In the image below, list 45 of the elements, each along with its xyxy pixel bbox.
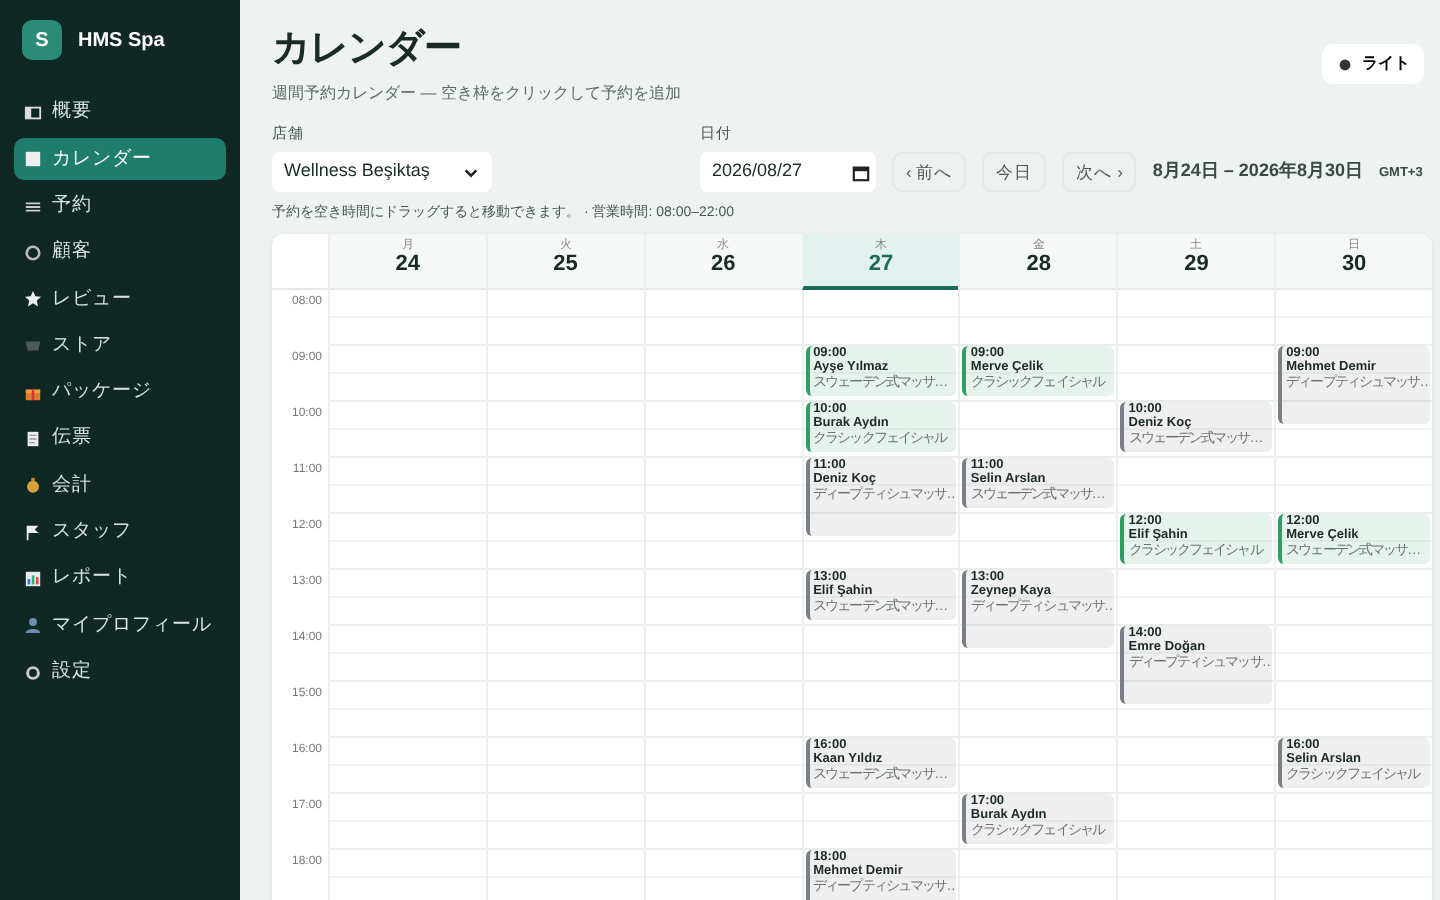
sidebar-item[interactable]: レビュー [14,278,226,321]
date-range: 8月24日 – 2026年8月30日 [1152,157,1363,184]
page-subtitle: 週間予約カレンダー — 空き枠をクリックして予約を追加 [272,81,681,106]
calendar-icon [852,163,870,182]
theme-toggle-button[interactable]: ライト [1322,44,1424,84]
sidebar-item[interactable]: 会計 [14,464,226,507]
list-icon [24,197,42,216]
sidebar-item[interactable]: レポート [14,557,226,600]
person-icon [24,616,42,635]
sidebar-item[interactable]: スタッフ [14,511,226,554]
flag-icon [24,523,42,542]
sidebar-item[interactable]: 顧客 [14,231,226,274]
sidebar-item[interactable]: パッケージ [14,371,226,414]
square-icon [24,150,42,169]
day-number: 24 [393,251,423,278]
sidebar-item[interactable]: 概要 [14,92,226,134]
date-field[interactable]: 2026/08/27 [700,152,876,193]
day-number: 26 [709,251,738,278]
star-icon [24,290,42,309]
bar-chart-icon [24,569,42,588]
gift-icon [24,383,42,402]
sidebar-item[interactable]: 伝票 [14,418,226,461]
basket-icon [24,336,42,355]
page-title: カレンダー [272,28,464,74]
day-number: 27 [866,251,896,278]
chevron-down-icon [462,163,480,182]
day-number: 30 [1339,251,1369,278]
panel-icon [24,104,42,122]
money-bag-icon [24,476,42,495]
nav-button[interactable]: ‹ 前へ [892,152,967,193]
sidebar-item[interactable]: 設定 [14,651,226,694]
receipt-icon [24,430,42,449]
day-number: 28 [1024,251,1053,278]
sidebar-item[interactable]: カレンダー [14,138,226,181]
sidebar-item[interactable]: マイプロフィール [14,604,226,647]
sidebar-item[interactable]: 予約 [14,185,226,228]
nav-button[interactable]: 次へ › [1062,152,1137,193]
day-number: 25 [551,251,580,278]
sidebar-item[interactable]: ストア [14,324,226,367]
ring-icon [24,243,42,262]
store-select[interactable]: Wellness Beşiktaş [272,152,492,193]
nav-button[interactable]: 今日 [982,152,1047,193]
day-number: 29 [1182,251,1211,278]
brand-name: HMS Spa [78,27,165,55]
logo-icon: S [22,20,62,60]
